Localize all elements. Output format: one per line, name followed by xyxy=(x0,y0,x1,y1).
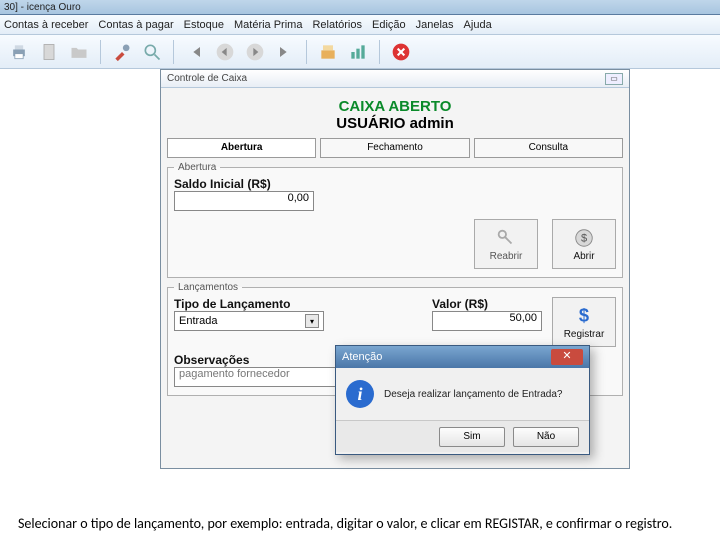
nav-next-icon[interactable] xyxy=(242,39,268,65)
valor-label: Valor (R$) xyxy=(432,297,542,311)
dialog-yes-button[interactable]: Sim xyxy=(439,427,505,447)
menu-relatorios[interactable]: Relatórios xyxy=(312,19,362,31)
keys-icon xyxy=(495,227,517,249)
chart-icon[interactable] xyxy=(345,39,371,65)
dollar-circle-icon: $ xyxy=(573,227,595,249)
close-icon[interactable] xyxy=(388,39,414,65)
main-toolbar xyxy=(0,35,720,69)
abrir-button[interactable]: $ Abrir xyxy=(552,219,616,269)
nav-prev-icon[interactable] xyxy=(212,39,238,65)
menu-contas-pagar[interactable]: Contas à pagar xyxy=(98,19,173,31)
print-icon[interactable] xyxy=(6,39,32,65)
reabrir-button[interactable]: Reabrir xyxy=(474,219,538,269)
menu-contas-receber[interactable]: Contas à receber xyxy=(4,19,88,31)
svg-text:$: $ xyxy=(581,232,587,244)
tab-abertura[interactable]: Abertura xyxy=(167,138,316,158)
main-menu: Contas à receber Contas à pagar Estoque … xyxy=(0,15,720,35)
dollar-icon: $ xyxy=(573,305,595,327)
menu-edicao[interactable]: Edição xyxy=(372,19,406,31)
svg-text:$: $ xyxy=(579,305,589,326)
panel-title: Controle de Caixa xyxy=(167,70,247,88)
reabrir-label: Reabrir xyxy=(490,251,523,262)
dialog-no-button[interactable]: Não xyxy=(513,427,579,447)
caixa-status: CAIXA ABERTO xyxy=(167,98,623,115)
panel-maximize-icon[interactable]: ▭ xyxy=(605,73,623,85)
cashbox-icon[interactable] xyxy=(315,39,341,65)
valor-input[interactable]: 50,00 xyxy=(432,311,542,331)
registrar-label: Registrar xyxy=(564,329,605,340)
registrar-button[interactable]: $ Registrar xyxy=(552,297,616,347)
tipo-label: Tipo de Lançamento xyxy=(174,297,422,311)
saldo-inicial-input[interactable]: 0,00 xyxy=(174,191,314,211)
search-icon[interactable] xyxy=(139,39,165,65)
caixa-user: USUÁRIO admin xyxy=(167,115,623,132)
dialog-message: Deseja realizar lançamento de Entrada? xyxy=(384,389,562,400)
dialog-title: Atenção xyxy=(342,346,382,368)
document-icon[interactable] xyxy=(36,39,62,65)
tipo-select[interactable]: Entrada ▾ xyxy=(174,311,324,331)
abertura-group: Abertura Saldo Inicial (R$) 0,00 Reabrir… xyxy=(167,162,623,278)
window-titlebar: 30] - icença Ouro xyxy=(0,0,720,15)
chevron-down-icon: ▾ xyxy=(305,314,319,328)
dialog-close-icon[interactable]: ✕ xyxy=(551,349,583,365)
menu-estoque[interactable]: Estoque xyxy=(184,19,224,31)
menu-materia-prima[interactable]: Matéria Prima xyxy=(234,19,302,31)
info-icon: i xyxy=(346,380,374,408)
nav-last-icon[interactable] xyxy=(272,39,298,65)
instruction-text: Selecionar o tipo de lançamento, por exe… xyxy=(18,515,702,533)
abrir-label: Abrir xyxy=(573,251,594,262)
tab-fechamento[interactable]: Fechamento xyxy=(320,138,469,158)
tipo-value: Entrada xyxy=(179,315,218,327)
abertura-legend: Abertura xyxy=(174,162,220,173)
lancamentos-legend: Lançamentos xyxy=(174,282,242,293)
saldo-inicial-label: Saldo Inicial (R$) xyxy=(174,177,616,191)
nav-first-icon[interactable] xyxy=(182,39,208,65)
folder-icon[interactable] xyxy=(66,39,92,65)
menu-janelas[interactable]: Janelas xyxy=(416,19,454,31)
menu-ajuda[interactable]: Ajuda xyxy=(464,19,492,31)
tools-icon[interactable] xyxy=(109,39,135,65)
tab-consulta[interactable]: Consulta xyxy=(474,138,623,158)
confirm-dialog: Atenção ✕ i Deseja realizar lançamento d… xyxy=(335,345,590,455)
